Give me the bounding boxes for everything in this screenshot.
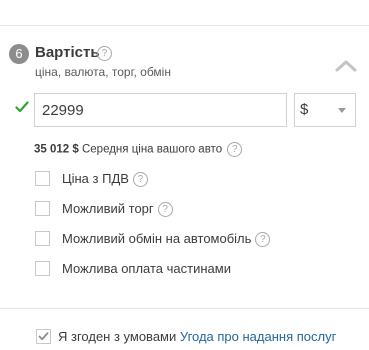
bargain-checkbox[interactable] bbox=[35, 201, 50, 216]
agreement-checkbox[interactable] bbox=[36, 329, 51, 344]
average-price-line: 35 012 $ Середня ціна вашого авто ? bbox=[34, 142, 243, 157]
step-number-badge: 6 bbox=[9, 44, 29, 64]
vat-label: Ціна з ПДВ bbox=[62, 171, 129, 186]
installments-label: Можлива оплата частинами bbox=[62, 261, 231, 276]
exchange-help-icon[interactable]: ? bbox=[255, 232, 271, 248]
average-price-text: Середня ціна вашого авто bbox=[81, 143, 223, 156]
section-divider bbox=[0, 308, 369, 309]
valid-check-icon bbox=[15, 101, 29, 113]
section-title: Вартість bbox=[35, 44, 100, 61]
bargain-help-icon[interactable]: ? bbox=[157, 202, 173, 218]
exchange-checkbox[interactable] bbox=[35, 231, 50, 246]
top-divider bbox=[0, 25, 369, 26]
price-input[interactable] bbox=[34, 93, 287, 127]
exchange-label: Можливий обмін на автомобіль bbox=[62, 231, 252, 246]
currency-select[interactable]: $ bbox=[294, 93, 356, 127]
vat-help-icon[interactable]: ? bbox=[132, 172, 148, 188]
average-help-icon[interactable]: ? bbox=[227, 142, 243, 157]
agreement-text: Я згоден з умовами bbox=[58, 329, 177, 344]
installments-checkbox[interactable] bbox=[35, 261, 50, 276]
bargain-label: Можливий торг bbox=[62, 201, 154, 216]
chevron-down-icon bbox=[338, 108, 346, 113]
checkmark-icon bbox=[38, 332, 49, 341]
currency-selected-value: $ bbox=[300, 101, 309, 118]
title-help-icon[interactable]: ? bbox=[97, 46, 112, 61]
vat-checkbox[interactable] bbox=[35, 171, 50, 186]
average-price-value: 35 012 $ bbox=[34, 143, 79, 156]
terms-link[interactable]: Угода про надання послуг bbox=[180, 329, 336, 344]
section-subtitle: ціна, валюта, торг, обмін bbox=[35, 65, 171, 79]
chevron-up-icon[interactable] bbox=[335, 58, 357, 72]
